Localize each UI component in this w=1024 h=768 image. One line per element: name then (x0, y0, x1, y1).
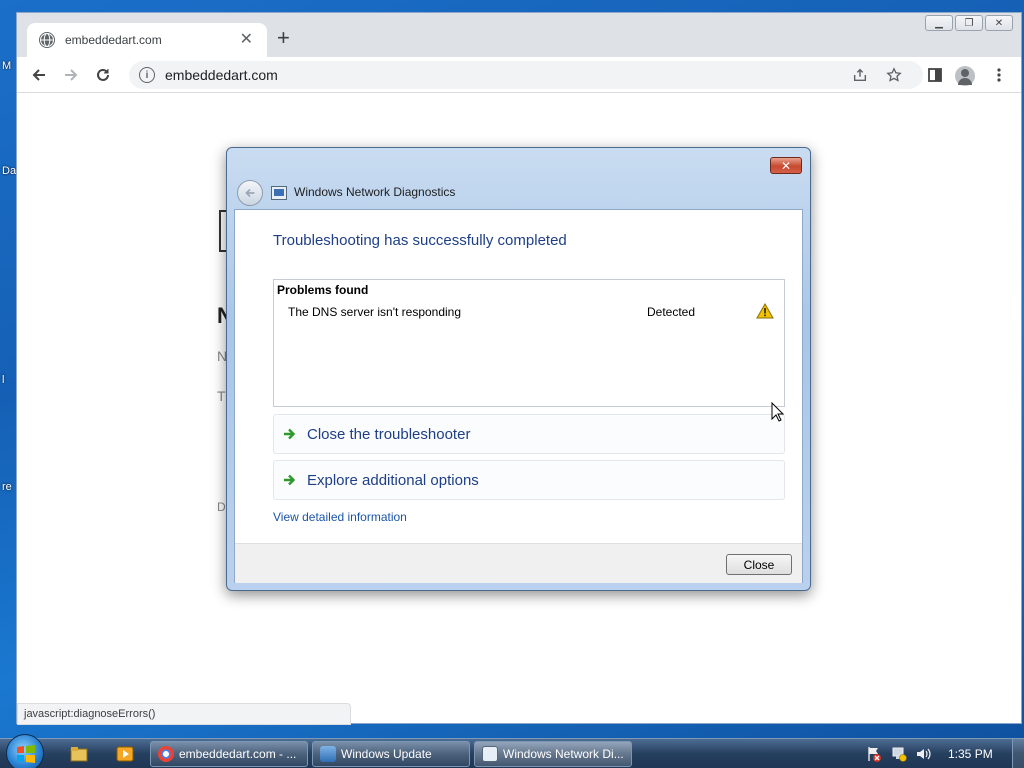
explore-options-command[interactable]: Explore additional options (273, 460, 785, 500)
close-button[interactable]: Close (726, 554, 792, 575)
address-bar[interactable]: i embeddedart.com (129, 61, 923, 89)
profile-avatar-icon[interactable] (955, 66, 975, 86)
network-diagnostics-dialog: ✕ Windows Network Diagnostics Troublesho… (226, 147, 811, 591)
green-arrow-icon (284, 428, 296, 440)
desktop-icon-label[interactable]: re (2, 481, 12, 493)
forward-icon[interactable] (59, 63, 83, 87)
reload-icon[interactable] (91, 63, 115, 87)
restore-button[interactable]: ❐ (955, 15, 983, 31)
taskbar-item-windows-update[interactable]: Windows Update (312, 741, 470, 767)
warning-icon (756, 303, 774, 319)
window-close-button[interactable]: ✕ (985, 15, 1013, 31)
globe-icon (39, 32, 55, 48)
network-diagnostics-icon (482, 746, 498, 762)
dialog-content: Troubleshooting has successfully complet… (234, 209, 803, 583)
command-label: Explore additional options (307, 471, 479, 489)
tab-title: embeddedart.com (65, 33, 162, 47)
desktop-icon-label[interactable]: Da (2, 165, 16, 177)
media-player-icon[interactable] (116, 745, 134, 763)
tab-strip: embeddedart.com ✕ + ▁ ❐ ✕ (17, 13, 1021, 57)
browser-tab[interactable]: embeddedart.com ✕ (27, 23, 267, 57)
new-tab-button[interactable]: + (277, 27, 290, 49)
close-troubleshooter-command[interactable]: Close the troubleshooter (273, 414, 785, 454)
start-button[interactable] (6, 734, 44, 768)
show-desktop-button[interactable] (1012, 739, 1024, 768)
window-controls: ▁ ❐ ✕ (925, 15, 1013, 31)
network-diagnostics-icon (271, 186, 287, 200)
taskbar-item-label: embeddedart.com - ... (179, 747, 297, 761)
status-bar: javascript:diagnoseErrors() (17, 703, 351, 725)
tab-close-icon[interactable]: ✕ (240, 32, 253, 48)
site-info-icon[interactable]: i (139, 67, 155, 83)
network-status-icon[interactable] (891, 746, 907, 762)
dialog-title: Windows Network Diagnostics (294, 185, 456, 199)
mouse-cursor-icon (771, 402, 785, 422)
desktop-icon-label[interactable]: l (2, 374, 4, 386)
back-arrow-icon[interactable] (237, 180, 263, 206)
desktop-icon-label[interactable]: M (2, 60, 11, 72)
dialog-footer: Close (235, 543, 802, 583)
dialog-heading: Troubleshooting has successfully complet… (273, 232, 567, 249)
command-label: Close the troubleshooter (307, 425, 471, 443)
action-center-flag-icon[interactable] (866, 746, 882, 762)
side-panel-icon[interactable] (923, 63, 947, 87)
system-clock[interactable]: 1:35 PM (948, 747, 993, 761)
problem-status: Detected (647, 305, 696, 319)
taskbar-item-browser[interactable]: embeddedart.com - ... (150, 741, 308, 767)
problems-list: Problems found The DNS server isn't resp… (273, 279, 785, 407)
taskbar-item-network-diagnostics[interactable]: Windows Network Di... (474, 741, 632, 767)
taskbar: embeddedart.com - ... Windows Update Win… (0, 734, 1024, 768)
windows-logo-icon (17, 745, 35, 763)
share-icon[interactable] (851, 66, 869, 84)
more-menu-icon[interactable] (987, 63, 1011, 87)
green-arrow-icon (284, 474, 296, 486)
taskbar-item-label: Windows Update (341, 747, 432, 761)
page-text-fragment: T (217, 388, 226, 404)
back-icon[interactable] (27, 63, 51, 87)
minimize-button[interactable]: ▁ (925, 15, 953, 31)
explorer-icon[interactable] (70, 745, 88, 763)
dialog-close-button[interactable]: ✕ (770, 157, 802, 174)
page-text-fragment: D (217, 500, 226, 514)
view-details-link[interactable]: View detailed information (273, 510, 407, 524)
problems-header: Problems found (277, 283, 369, 297)
problem-name[interactable]: The DNS server isn't responding (288, 305, 461, 319)
taskbar-item-label: Windows Network Di... (503, 747, 624, 761)
volume-icon[interactable] (915, 746, 931, 762)
windows-update-icon (320, 746, 336, 762)
bookmark-star-icon[interactable] (885, 66, 903, 84)
browser-toolbar: i embeddedart.com (17, 57, 1021, 93)
url-text: embeddedart.com (165, 67, 278, 83)
chrome-icon (158, 746, 174, 762)
